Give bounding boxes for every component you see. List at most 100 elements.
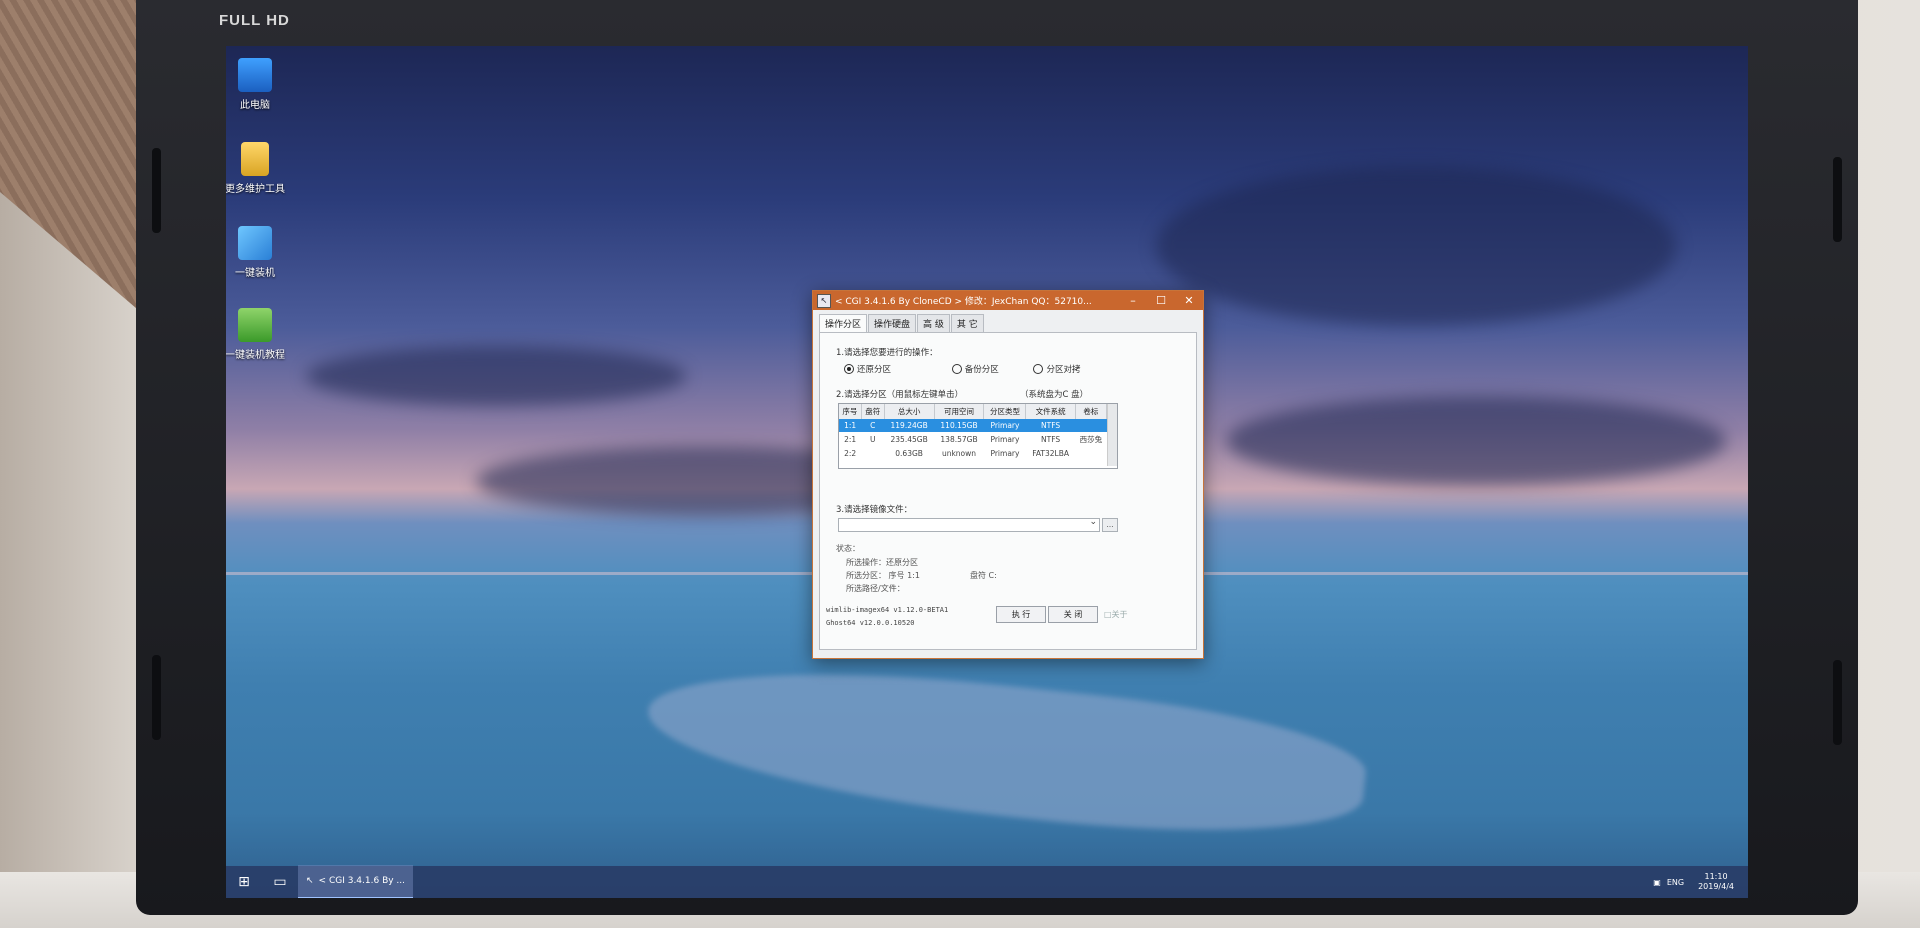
taskbar-task-cgi[interactable]: ↖ < CGI 3.4.1.6 By ... xyxy=(298,865,414,898)
desktop-icon-label: 此电脑 xyxy=(240,100,270,111)
radio-dot xyxy=(951,364,962,374)
language-indicator[interactable]: ENG xyxy=(1667,878,1684,887)
tab-disk[interactable]: 操作硬盘 xyxy=(868,314,917,332)
desktop-icon-label: 一键装机教程 xyxy=(226,350,285,361)
tab-other[interactable]: 其 它 xyxy=(950,314,984,332)
status-partition: 所选分区： 序号 1:1 xyxy=(846,571,920,580)
bezel-slot xyxy=(1833,157,1842,242)
radio-copy[interactable]: 分区对拷 xyxy=(1033,363,1080,375)
step1-label: 1.请选择您要进行的操作： xyxy=(836,348,938,358)
network-icon[interactable]: ▣ xyxy=(1653,878,1661,887)
close-icon[interactable]: ✕ xyxy=(1175,294,1203,307)
step2-hint: （系统盘为C 盘） xyxy=(1020,390,1089,400)
chevron-down-icon[interactable]: ⌄ xyxy=(1089,517,1097,527)
bezel-slot xyxy=(1833,660,1842,745)
run-button[interactable]: 执 行 xyxy=(996,606,1046,623)
table-cell xyxy=(861,447,884,460)
desktop-icon-label: 一键装机 xyxy=(235,268,275,279)
table-row[interactable]: 1:1 C 119.24GB 110.15GB Primary NTFS xyxy=(839,419,1107,432)
image-file-combo[interactable]: ⌄ xyxy=(838,517,1100,532)
col-header[interactable]: 文件系统 xyxy=(1025,404,1076,419)
step3-label: 3.请选择镜像文件： xyxy=(836,505,913,515)
cloud xyxy=(306,346,686,406)
windows-start-icon[interactable]: ⊞ xyxy=(226,866,262,898)
table-scrollbar[interactable] xyxy=(1107,404,1117,466)
clock[interactable]: 11:10 2019/4/4 xyxy=(1698,872,1734,892)
table-cell: 1:1 xyxy=(839,419,862,432)
table-cell: Primary xyxy=(990,435,1020,444)
table-cell xyxy=(1075,419,1107,432)
table-row[interactable]: 2:1 U 235.45GB 138.57GB Primary NTFS 西莎兔 xyxy=(839,432,1107,447)
table-cell: unknown xyxy=(941,449,977,458)
table-cell: Primary xyxy=(983,419,1026,432)
radio-dot xyxy=(1033,364,1044,374)
cloud xyxy=(1156,166,1676,326)
window-titlebar[interactable]: ↖ < CGI 3.4.1.6 By CloneCD > 修改：JexChan … xyxy=(813,291,1203,310)
table-cell: 119.24GB xyxy=(884,419,935,432)
table-cell: U xyxy=(869,435,876,444)
bezel-label: FULL HD xyxy=(219,12,290,29)
radio-dot xyxy=(844,364,854,374)
operation-radio-group: 还原分区 备份分区 分区对拷 xyxy=(844,363,1102,377)
tab-bar: 操作分区 操作硬盘 高 级 其 它 xyxy=(813,310,1203,332)
col-header[interactable]: 卷标 xyxy=(1075,404,1108,419)
version-wimlib: wimlib-imagex64 v1.12.0-BETA1 xyxy=(826,606,949,614)
table-row[interactable]: 2:2 0.63GB unknown Primary FAT32LBA xyxy=(839,447,1107,460)
task-app-icon: ↖ xyxy=(306,876,314,886)
clock-date: 2019/4/4 xyxy=(1698,882,1734,891)
tab-panel: 1.请选择您要进行的操作： 还原分区 备份分区 分区对拷 2.请选择分区（用鼠标… xyxy=(819,332,1197,650)
version-ghost: Ghost64 v12.0.0.10520 xyxy=(826,619,915,627)
radio-label: 备份分区 xyxy=(964,365,999,375)
status-drive: 盘符 C: xyxy=(970,571,997,580)
status-heading: 状态： xyxy=(836,544,860,553)
browse-button[interactable]: … xyxy=(1102,518,1118,532)
minimize-icon[interactable]: – xyxy=(1119,294,1147,307)
table-cell: FAT32LBA xyxy=(1032,449,1069,458)
col-header[interactable]: 可用空间 xyxy=(934,404,985,419)
close-button[interactable]: 关 闭 xyxy=(1048,606,1098,623)
radio-label: 还原分区 xyxy=(857,365,892,375)
task-label: < CGI 3.4.1.6 By ... xyxy=(318,876,406,886)
col-header[interactable]: 总大小 xyxy=(884,404,935,419)
radio-restore[interactable]: 还原分区 xyxy=(844,363,891,375)
table-cell: C xyxy=(861,419,885,432)
table-cell: 0.63GB xyxy=(895,449,923,458)
desktop-screen: 此电脑 更多维护工具 一键装机 一键装机教程 ↖ < CGI 3.4.1.6 B… xyxy=(226,46,1748,898)
table-cell: 110.15GB xyxy=(934,419,984,432)
tab-partition[interactable]: 操作分区 xyxy=(819,314,868,332)
desktop-icon-tutorial[interactable]: 一键装机教程 xyxy=(226,308,290,361)
table-cell: Primary xyxy=(990,449,1020,458)
pdf-icon xyxy=(238,308,272,342)
file-explorer-icon[interactable]: ▭ xyxy=(262,866,298,898)
table-cell: 138.57GB xyxy=(940,435,978,444)
rock xyxy=(641,648,1371,854)
install-icon xyxy=(238,226,272,260)
window-title: < CGI 3.4.1.6 By CloneCD > 修改：JexChan QQ… xyxy=(835,297,1092,307)
table-cell: 235.45GB xyxy=(890,435,928,444)
taskbar: ⊞ ▭ ↖ < CGI 3.4.1.6 By ... ▣ ENG 11:10 2… xyxy=(226,865,1748,898)
clock-time: 11:10 xyxy=(1704,872,1728,881)
table-cell: 2:2 xyxy=(844,449,857,458)
status-path: 所选路径/文件： xyxy=(846,584,905,593)
folder-icon xyxy=(241,142,269,176)
col-header[interactable]: 分区类型 xyxy=(983,404,1027,419)
partition-table[interactable]: 序号 盘符 总大小 可用空间 分区类型 文件系统 卷标 1:1 C 119.24… xyxy=(838,403,1118,469)
step2-label: 2.请选择分区（用鼠标左键单击） xyxy=(836,390,964,400)
maximize-icon[interactable]: ☐ xyxy=(1147,294,1175,307)
desktop-icon-label: 更多维护工具 xyxy=(226,184,285,195)
col-header[interactable]: 序号 xyxy=(839,404,862,419)
table-cell: 西莎兔 xyxy=(1079,435,1103,444)
desktop-icon-install[interactable]: 一键装机 xyxy=(226,226,290,279)
desktop-icon-tools[interactable]: 更多维护工具 xyxy=(226,142,290,195)
col-header[interactable]: 盘符 xyxy=(861,404,885,419)
about-link[interactable]: □关于 xyxy=(1104,609,1128,620)
radio-label: 分区对拷 xyxy=(1046,365,1081,375)
bezel-slot xyxy=(152,148,161,233)
table-cell: NTFS xyxy=(1025,419,1076,432)
table-cell: 2:1 xyxy=(844,435,857,444)
radio-backup[interactable]: 备份分区 xyxy=(951,363,999,375)
table-cell: NTFS xyxy=(1041,435,1061,444)
computer-icon xyxy=(238,58,272,92)
desktop-icon-this-pc[interactable]: 此电脑 xyxy=(226,58,290,111)
tab-advanced[interactable]: 高 级 xyxy=(917,314,950,332)
